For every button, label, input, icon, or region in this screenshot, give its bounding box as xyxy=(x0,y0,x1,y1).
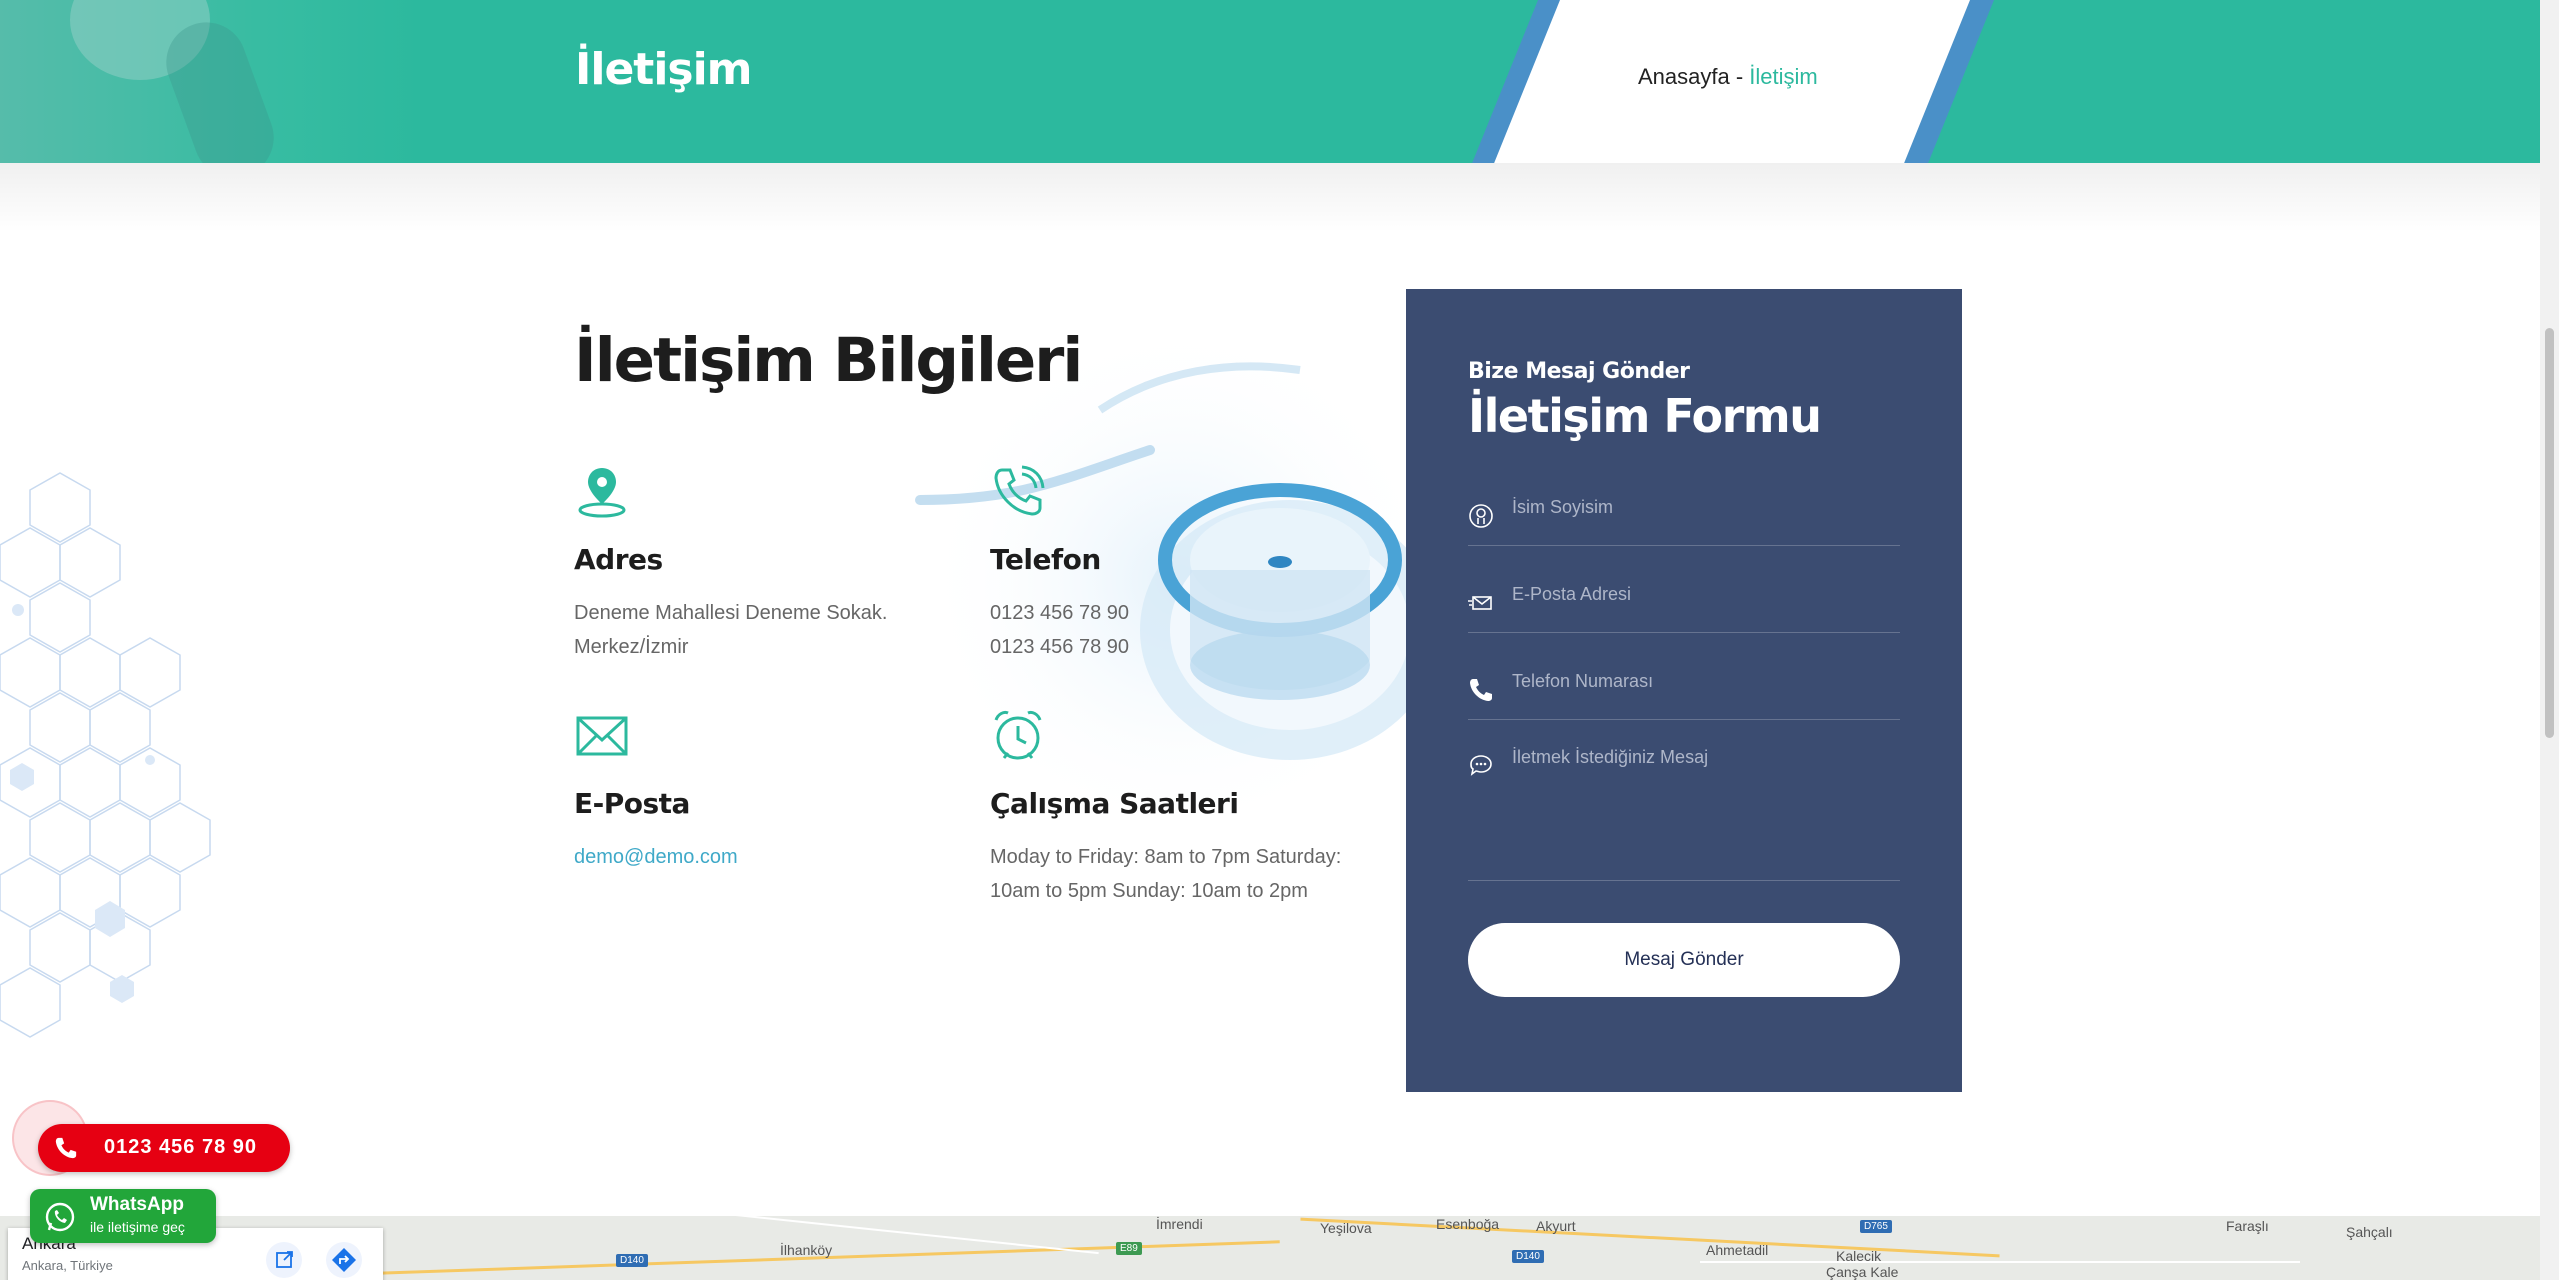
map-label: İlhanköy xyxy=(780,1242,833,1258)
map-label: Ahmetadil xyxy=(1706,1242,1769,1258)
whatsapp-icon xyxy=(45,1202,75,1232)
map-place-subtitle: Ankara, Türkiye xyxy=(22,1258,113,1273)
phone-input[interactable] xyxy=(1512,671,1892,692)
directions-icon xyxy=(332,1248,356,1272)
message-textarea[interactable] xyxy=(1512,747,1892,867)
whatsapp-title: WhatsApp xyxy=(90,1194,184,1215)
message-field xyxy=(1468,745,1900,881)
chat-bubble-icon xyxy=(1470,755,1492,776)
map-label: Akyurt xyxy=(1536,1218,1576,1234)
phone-field xyxy=(1468,663,1900,720)
phone-title: Telefon xyxy=(990,543,1101,576)
info-heading: İletişim Bilgileri xyxy=(574,325,1083,396)
address-line-1: Deneme Mahallesi Deneme Sokak. xyxy=(574,602,888,624)
road-badge: D140 xyxy=(1512,1250,1544,1263)
map-pin-icon xyxy=(578,468,626,518)
phone-icon xyxy=(994,465,1045,516)
map-label: Faraşlı xyxy=(2226,1218,2269,1234)
whatsapp-subtitle: ile iletişime geç xyxy=(90,1219,185,1235)
banner-shadow xyxy=(0,163,2540,233)
road-badge: E89 xyxy=(1116,1242,1142,1255)
directions-button[interactable] xyxy=(326,1242,362,1278)
breadcrumb-separator: - xyxy=(1729,64,1750,89)
whatsapp-button[interactable]: WhatsApp ile iletişime geç xyxy=(30,1189,216,1243)
scrollbar-thumb[interactable] xyxy=(2545,328,2554,738)
contact-form-panel: Bize Mesaj Gönder İletişim Formu Mesaj G… xyxy=(1406,289,1962,1092)
form-title: İletişim Formu xyxy=(1468,389,1822,443)
email-field xyxy=(1468,576,1900,633)
open-in-maps-button[interactable] xyxy=(266,1242,302,1278)
email-link[interactable]: demo@demo.com xyxy=(574,846,738,868)
phone-line-2[interactable]: 0123 456 78 90 xyxy=(990,630,1390,664)
form-eyebrow: Bize Mesaj Gönder xyxy=(1468,359,1690,384)
name-field xyxy=(1468,489,1900,546)
embedded-map[interactable]: İmrendi İlhanköy Yeşilova Esenboğa Akyur… xyxy=(0,1216,2540,1280)
phone-card: Telefon 0123 456 78 90 0123 456 78 90 xyxy=(990,464,1390,664)
hours-card: Çalışma Saatleri Moday to Friday: 8am to… xyxy=(990,708,1370,908)
phone-line-1[interactable]: 0123 456 78 90 xyxy=(990,596,1390,630)
hours-title: Çalışma Saatleri xyxy=(990,787,1239,820)
hexagon-pattern-decoration xyxy=(0,472,211,1038)
mail-icon xyxy=(1468,596,1492,610)
page-title: İletişim xyxy=(575,44,753,95)
address-title: Adres xyxy=(574,543,663,576)
banner-photo xyxy=(0,0,420,163)
address-card: Adres Deneme Mahallesi Deneme Sokak. Mer… xyxy=(574,464,974,664)
email-input[interactable] xyxy=(1512,584,1892,605)
external-link-icon xyxy=(276,1251,293,1268)
map-label: Kalecik xyxy=(1836,1248,1882,1264)
map-label: Çanşa Kale xyxy=(1826,1264,1899,1280)
breadcrumb-home-link[interactable]: Anasayfa xyxy=(1638,64,1730,89)
call-phone-number: 0123 456 78 90 xyxy=(104,1136,258,1158)
phone-icon xyxy=(55,1137,77,1159)
hours-line-2: 10am to 5pm Sunday: 10am to 2pm xyxy=(990,880,1308,902)
call-now-button[interactable]: 0123 456 78 90 xyxy=(38,1124,290,1172)
page-banner: İletişim Anasayfa - İletişim xyxy=(0,0,2540,163)
road-badge: D140 xyxy=(616,1254,648,1267)
address-line-2: Merkez/İzmir xyxy=(574,636,689,658)
map-label: İmrendi xyxy=(1156,1216,1203,1232)
email-title: E-Posta xyxy=(574,787,690,820)
user-icon xyxy=(1469,504,1493,528)
road-badge: D765 xyxy=(1860,1220,1892,1233)
breadcrumb: Anasayfa - İletişim xyxy=(1472,0,2000,163)
map-label: Yeşilova xyxy=(1320,1220,1372,1236)
email-card: E-Posta demo@demo.com xyxy=(574,708,974,874)
page-scrollbar[interactable] xyxy=(2540,0,2559,1280)
send-message-button[interactable]: Mesaj Gönder xyxy=(1468,923,1900,997)
alarm-clock-icon xyxy=(994,710,1042,760)
map-label: Esenboğa xyxy=(1436,1216,1500,1232)
breadcrumb-current: İletişim xyxy=(1749,64,1818,89)
phone-icon xyxy=(1470,679,1492,701)
envelope-icon xyxy=(576,716,628,756)
hours-line-1: Moday to Friday: 8am to 7pm Saturday: xyxy=(990,846,1342,868)
name-input[interactable] xyxy=(1512,497,1892,518)
map-label: Şahçalı xyxy=(2346,1224,2393,1240)
